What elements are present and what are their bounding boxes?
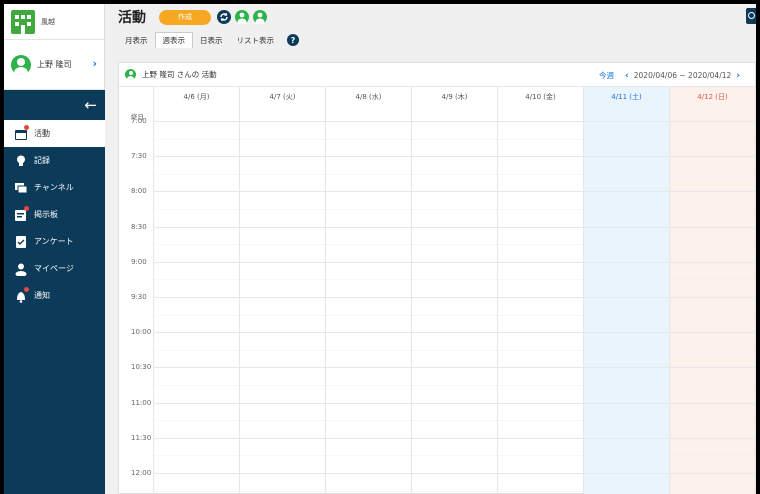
notification-dot	[24, 205, 29, 211]
sidebar-item[interactable]: 活動	[4, 120, 105, 147]
time-label: 9:30	[131, 293, 147, 301]
calendar-icon	[14, 124, 29, 141]
time-label: 10:30	[131, 363, 152, 372]
day-header[interactable]: 4/6 (月)	[153, 87, 239, 121]
half-hour-line	[153, 279, 755, 281]
sidebar-item-label: 掲示板	[34, 210, 58, 219]
sidebar-item-label: 活動	[34, 129, 50, 138]
hour-line	[153, 156, 755, 158]
user-profile[interactable]: 上野 隆司 ›	[4, 40, 104, 90]
hour-line	[153, 121, 755, 122]
half-hour-line	[153, 455, 755, 457]
page-title: 活動	[118, 10, 146, 26]
half-hour-line	[153, 209, 755, 210]
chevron-right-icon[interactable]: ›	[92, 57, 97, 70]
sidebar-item[interactable]: チャンネル	[4, 174, 105, 201]
calendar-panel: 上野 隆司 さんの 活動 今週 ‹ 2020/04/06 ~ 2020/04/1…	[118, 62, 756, 494]
chat-icon	[14, 181, 28, 195]
create-button[interactable]: 作成	[159, 9, 211, 25]
tab-week[interactable]: 週表示	[154, 32, 193, 48]
half-hour-line	[153, 138, 755, 140]
lightbulb-icon	[14, 154, 28, 168]
half-hour-line	[153, 349, 755, 351]
time-label: 11:30	[131, 433, 152, 442]
chevron-left-icon[interactable]: ‹	[625, 71, 629, 81]
sync-icon[interactable]	[217, 10, 231, 24]
time-label: 12:00	[131, 469, 152, 477]
half-hour-line	[153, 420, 755, 422]
half-hour-line	[153, 314, 755, 316]
hour-line	[153, 367, 755, 369]
main-area: 活動 作成 月表示 週表示 日表示 リスト表示 ? 上野 隆司 さんの 活動 今…	[105, 4, 756, 494]
sidebar-item-label: アンケート	[34, 237, 74, 246]
day-header[interactable]: 4/7 (火)	[239, 87, 325, 121]
hour-line	[153, 191, 755, 193]
brand-name: 風越	[41, 17, 55, 26]
hour-line	[153, 297, 755, 298]
side-nav: ← 活動記録チャンネル掲示板アンケートマイページ通知	[4, 90, 105, 494]
user-name: 上野 隆司	[37, 60, 72, 69]
half-hour-line	[153, 490, 755, 492]
notification-dot	[24, 124, 29, 130]
day-header[interactable]: 4/12 (日)	[669, 87, 755, 121]
brand[interactable]: 風越	[4, 4, 104, 40]
week-navigation: 今週 ‹ 2020/04/06 ~ 2020/04/12 ›	[599, 70, 745, 81]
tab-list[interactable]: リスト表示	[230, 32, 282, 48]
time-label: 9:00	[131, 257, 147, 266]
hour-line	[153, 473, 755, 474]
board-icon	[14, 205, 29, 222]
help-icon[interactable]: ?	[287, 34, 299, 46]
day-header[interactable]: 4/11 (土)	[583, 87, 669, 121]
search-icon[interactable]	[746, 8, 756, 24]
half-hour-line	[153, 173, 755, 175]
hour-line	[153, 261, 755, 263]
person-icon	[14, 262, 28, 277]
avatar	[125, 69, 136, 80]
week-calendar-grid[interactable]: 終日 4/6 (月) 4/7 (火) 4/8 (水) 4/9 (木) 4/10 (金) 4…	[119, 87, 755, 494]
sidebar-item[interactable]: 通知	[4, 282, 105, 309]
page-header: 活動 作成	[105, 4, 756, 30]
app-window: 風越 上野 隆司 › ← 活動記録チャンネル掲示板アンケートマイページ通知 活動…	[4, 4, 756, 494]
bell-icon	[14, 286, 29, 303]
avatar	[11, 54, 31, 75]
hour-line	[153, 437, 755, 439]
school-logo-icon	[11, 9, 35, 34]
sidebar-item[interactable]: 記録	[4, 147, 105, 174]
sidebar-item[interactable]: アンケート	[4, 228, 105, 255]
sidebar-item[interactable]: 掲示板	[4, 201, 105, 228]
this-week-link[interactable]: 今週	[599, 70, 614, 81]
chevron-right-icon[interactable]: ›	[736, 71, 740, 81]
tab-day[interactable]: 日表示	[193, 32, 230, 48]
sidebar-item-label: マイページ	[34, 264, 74, 273]
user-avatar-icon[interactable]	[235, 10, 249, 26]
date-range: 2020/04/06 ~ 2020/04/12	[633, 71, 732, 80]
time-label: 10:00	[131, 328, 152, 337]
time-label: 8:30	[131, 222, 147, 231]
hour-line	[153, 226, 755, 228]
time-label: 7:30	[131, 152, 147, 161]
time-label: 11:00	[131, 398, 152, 407]
hour-line	[153, 332, 755, 334]
survey-icon	[14, 235, 28, 249]
notification-dot	[24, 286, 29, 292]
time-label: 7:00	[131, 117, 147, 125]
sidebar-item-label: チャンネル	[34, 183, 74, 192]
day-header[interactable]: 4/9 (木)	[411, 87, 497, 121]
panel-title: 上野 隆司 さんの 活動	[142, 70, 217, 79]
hour-line	[153, 402, 755, 404]
day-header[interactable]: 4/8 (水)	[325, 87, 411, 121]
sidebar-item[interactable]: マイページ	[4, 255, 105, 282]
tab-month[interactable]: 月表示	[118, 32, 155, 48]
user-avatar-icon[interactable]	[253, 10, 267, 26]
sidebar-item-label: 記録	[34, 156, 50, 165]
time-label: 8:00	[131, 187, 147, 196]
half-hour-line	[153, 385, 755, 386]
half-hour-line	[153, 244, 755, 246]
back-arrow-icon[interactable]: ←	[4, 90, 105, 120]
day-header[interactable]: 4/10 (金)	[497, 87, 583, 121]
sidebar-item-label: 通知	[34, 291, 50, 300]
panel-header: 上野 隆司 さんの 活動 今週 ‹ 2020/04/06 ~ 2020/04/1…	[119, 63, 755, 87]
view-tabs: 月表示 週表示 日表示 リスト表示 ?	[105, 30, 756, 48]
sidebar: 風越 上野 隆司 › ← 活動記録チャンネル掲示板アンケートマイページ通知	[4, 4, 105, 494]
